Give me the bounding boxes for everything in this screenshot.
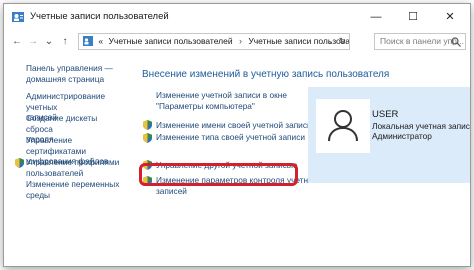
sidebar-item-label: Управление профилями [26,157,120,167]
breadcrumb-separator: › [238,36,242,46]
address-prefix: « [98,36,104,46]
uac-shield-icon [143,120,152,130]
title-bar[interactable]: Учетные записи пользователей — ☐ ✕ [4,4,470,30]
search-icon[interactable] [451,37,461,47]
sidebar-item-label: Панель управления — [26,63,113,73]
address-dropdown-icon[interactable]: ⌄ [326,34,333,49]
user-accounts-icon [12,12,24,22]
highlight-frame [139,163,298,186]
page-title: Внесение изменений в учетную запись поль… [142,69,390,80]
breadcrumb-item[interactable]: Учетные записи пользователей [108,36,232,46]
change-account-in-pc-settings-link[interactable]: Изменение учетной записи в окне "Парамет… [156,90,287,111]
change-account-type-link[interactable]: Изменение типа своей учетной записи [156,132,305,143]
account-role: Администратор [372,131,432,141]
sidebar-item-label: Управление сертификатами [26,135,86,156]
sidebar-item-control-panel-home[interactable]: Панель управления — домашняя страница [26,63,126,84]
rename-account-link[interactable]: Изменение имени своей учетной записи [156,120,312,131]
sidebar-item-label: домашняя страница [26,73,105,84]
close-button[interactable]: ✕ [432,4,468,30]
avatar [316,99,370,153]
address-bar[interactable]: « Учетные записи пользователей › Учетные… [78,33,350,50]
link-label: записей [156,185,187,196]
sidebar-item-label: Администрирование учетных [26,91,106,112]
back-arrow-icon[interactable]: ← [10,34,24,50]
sidebar-item-label: Создание дискеты сброса [26,113,98,134]
search-input[interactable]: Поиск в панели упр... [374,33,466,50]
maximize-button[interactable]: ☐ [395,4,431,30]
navigation-bar: ← → ⌄ ↑ « Учетные записи пользователей ›… [4,31,470,53]
user-silhouette-icon [328,110,358,142]
forward-arrow-icon[interactable]: → [26,34,40,50]
uac-shield-icon [143,133,152,143]
window-title: Учетные записи пользователей [30,11,169,22]
recent-locations-chevron-icon[interactable]: ⌄ [42,34,56,50]
link-label: "Параметры компьютера" [156,100,255,111]
sidebar-item-environment-variables[interactable]: Изменение переменных среды [26,179,126,200]
account-type: Локальная учетная запись [372,121,471,131]
user-account-panel: USER Локальная учетная запись Администра… [308,87,471,183]
sidebar-item-user-profiles[interactable]: Управление профилями пользователей [26,157,126,178]
control-panel-icon [83,36,93,46]
user-accounts-window: Учетные записи пользователей — ☐ ✕ ← → ⌄… [3,3,471,267]
uac-shield-icon [15,158,24,168]
refresh-icon[interactable]: ↻ [338,34,346,49]
sidebar-item-label: пользователей [26,167,84,178]
sidebar-item-label: среды [26,189,50,200]
user-name: USER [372,109,399,120]
link-label: Изменение учетной записи в окне [156,90,287,100]
minimize-button[interactable]: — [358,4,394,30]
up-arrow-icon[interactable]: ↑ [58,34,72,50]
sidebar-item-label: Изменение переменных [26,179,120,189]
breadcrumb-item-current[interactable]: Учетные записи пользователей [248,36,349,46]
